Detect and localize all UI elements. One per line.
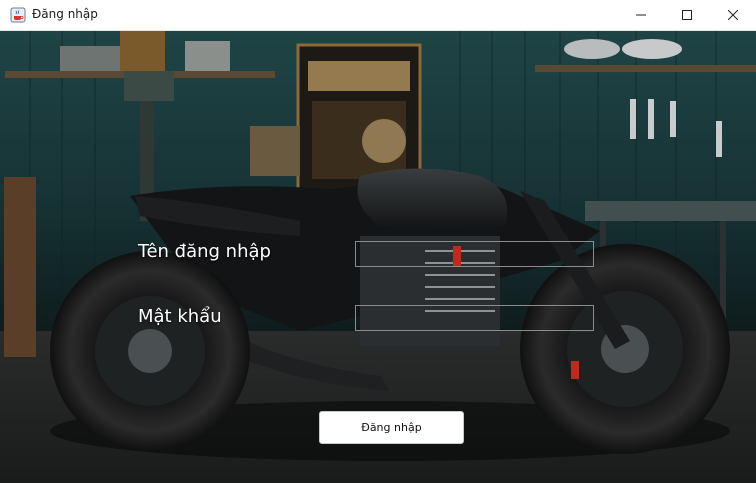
close-button[interactable] [710, 0, 756, 30]
close-icon [728, 10, 738, 20]
login-button[interactable]: Đăng nhập [319, 411, 464, 444]
java-coffee-cup-icon [10, 7, 26, 23]
login-button-label: Đăng nhập [361, 421, 422, 434]
minimize-icon [636, 14, 646, 16]
maximize-icon [682, 10, 692, 20]
login-panel: Tên đăng nhập Mật khẩu Đăng nhập [0, 31, 756, 483]
window-title: Đăng nhập [32, 7, 98, 21]
login-window: Đăng nhập Tên đăng nhập Mật khẩu Đăng nh… [0, 0, 756, 483]
username-input[interactable] [355, 241, 594, 267]
title-bar[interactable]: Đăng nhập [0, 0, 756, 31]
username-label: Tên đăng nhập [138, 241, 271, 262]
password-label: Mật khẩu [138, 306, 222, 327]
minimize-button[interactable] [618, 0, 664, 30]
maximize-button[interactable] [664, 0, 710, 30]
password-input[interactable] [355, 305, 594, 331]
